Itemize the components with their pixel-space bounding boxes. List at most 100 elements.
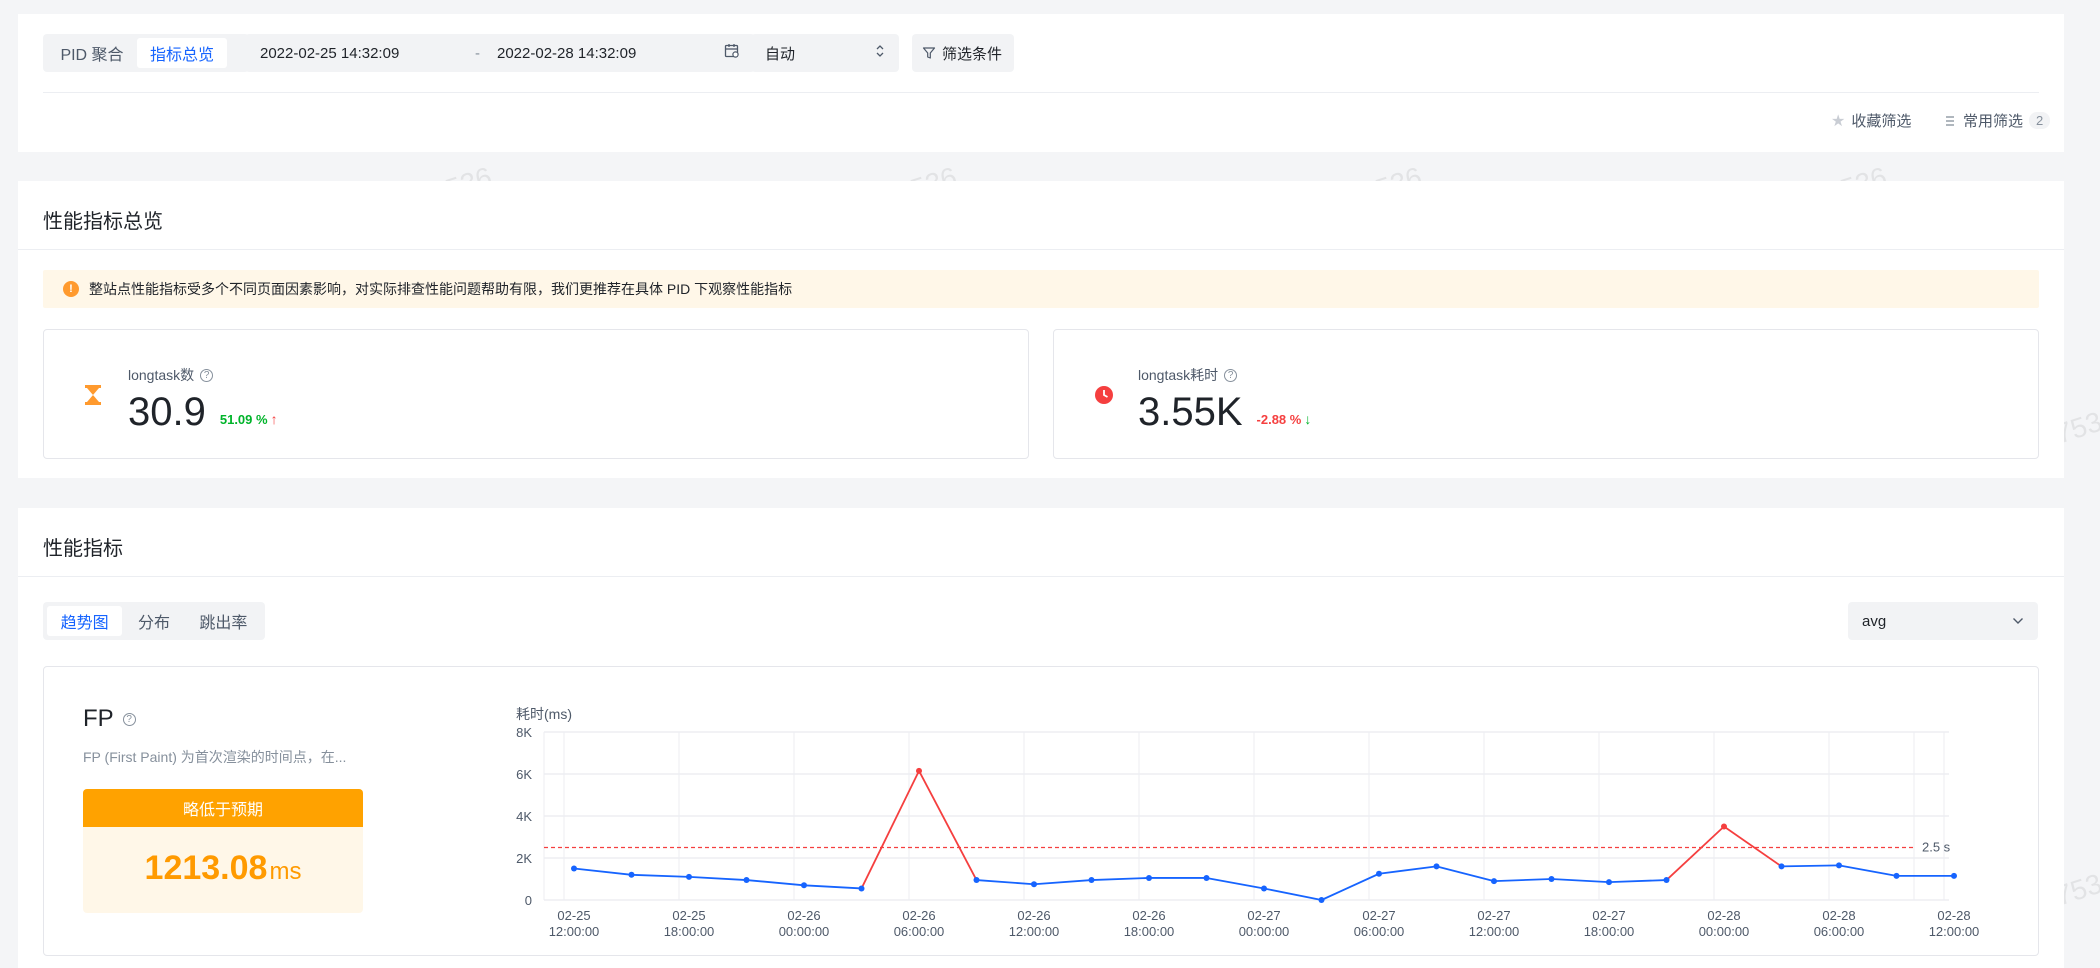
help-icon[interactable]: ? [122,712,136,726]
updown-icon [875,43,885,63]
metric-value-row: 3.55K -2.88 % ↓ [1138,390,1311,435]
tab-bounce-rate[interactable]: 跳出率 [186,606,261,636]
x-tick-label: 02-25 [672,908,705,923]
tab-distribution[interactable]: 分布 [122,606,185,636]
view-mode-tabs: PID 聚合 指标总览 [43,34,249,72]
data-point [1951,872,1957,879]
x-tick-label: 02-28 [1937,908,1970,923]
tab-pid-aggregate[interactable]: PID 聚合 [47,38,137,68]
data-point [801,882,807,889]
data-point [1031,881,1037,888]
favorite-filter-label: 收藏筛选 [1851,113,1912,130]
funnel-icon [922,46,936,60]
x-tick-label: 02-28 [1822,908,1855,923]
metric-value: 30.9 [128,390,206,434]
tab-trend[interactable]: 趋势图 [47,606,123,636]
granularity-value: 自动 [765,45,796,63]
performance-card: 性能指标 趋势图 分布 跳出率 avg FP ? FP (First Paint… [18,508,2064,968]
x-tick-label: 12:00:00 [549,924,600,939]
y-tick-label: 0 [525,893,532,908]
date-start[interactable]: 2022-02-25 14:32:09 [260,45,475,62]
x-tick-label: 00:00:00 [1239,924,1290,939]
help-icon[interactable]: ? [1224,368,1238,382]
series-segment [1436,865,1495,882]
granularity-select[interactable]: 自动 [751,34,899,72]
x-tick-label: 06:00:00 [1814,924,1865,939]
fp-value-row: 1213.08 ms [83,849,363,888]
data-point [1491,878,1497,885]
calendar-icon[interactable] [724,43,740,63]
arrow-up-icon: ↑ [270,411,278,427]
metric-card-longtask-duration: longtask耗时 ? 3.55K -2.88 % ↓ [1053,329,2039,459]
date-end[interactable]: 2022-02-28 14:32:09 [497,45,724,62]
series-segment [631,873,690,878]
data-point [858,885,865,892]
x-tick-label: 02-27 [1477,908,1510,923]
y-axis-label: 耗时(ms) [516,706,572,722]
favorite-filter-link[interactable]: ★ 收藏筛选 [1831,110,1911,131]
aggregation-select[interactable]: avg [1848,602,2038,640]
tab-metrics-overview[interactable]: 指标总览 [137,38,227,68]
series-segment [1665,825,1725,881]
x-tick-label: 06:00:00 [894,924,945,939]
x-tick-label: 02-26 [1017,908,1050,923]
metric-value-row: 30.9 51.09 % ↑ [128,390,278,435]
series-segment [1551,878,1610,884]
list-icon [1944,115,1956,127]
date-range-picker[interactable]: 2022-02-25 14:32:09 - 2022-02-28 14:32:0… [245,34,755,72]
overview-divider [18,249,2064,250]
data-point [916,767,922,774]
x-tick-label: 12:00:00 [1929,924,1980,939]
data-point [1606,879,1612,886]
performance-title: 性能指标 [43,538,123,560]
x-tick-label: 02-26 [787,908,820,923]
series-segment [1493,878,1552,882]
x-tick-label: 02-27 [1247,908,1280,923]
x-tick-label: 00:00:00 [1699,924,1750,939]
help-icon[interactable]: ? [200,368,214,382]
notice-banner: ! 整站点性能指标受多个不同页面因素影响，对实际排查性能问题帮助有限，我们更推荐… [43,270,2039,308]
data-point [1778,863,1785,870]
notice-text: 整站点性能指标受多个不同页面因素影响，对实际排查性能问题帮助有限，我们更推荐在具… [89,281,793,297]
data-point [1548,876,1555,882]
data-point [1433,863,1440,870]
series-segment [1263,887,1322,901]
data-point [1318,897,1325,903]
data-point [1721,823,1727,830]
x-tick-label: 02-28 [1707,908,1740,923]
x-tick-label: 18:00:00 [1124,924,1175,939]
series-segment [688,876,747,881]
fp-title-row: FP ? [83,705,136,733]
metric-change: 51.09 % [219,412,268,427]
filter-conditions-button[interactable]: 筛选条件 [912,34,1014,72]
series-segment [1206,877,1265,890]
data-point [1893,872,1900,879]
aggregation-value: avg [1862,612,1887,630]
series-segment [1723,825,1783,868]
hourglass-icon [84,384,102,406]
arrow-down-icon: ↓ [1304,411,1312,427]
metric-change: -2.88 % [1256,412,1302,427]
series-segment [1378,865,1437,875]
warning-icon: ! [63,281,79,297]
metric-value: 3.55K [1138,390,1243,434]
common-filter-link[interactable]: 常用筛选 2 [1944,110,2051,131]
metric-card-longtask-count: longtask数 ? 30.9 51.09 % ↑ [43,329,1029,459]
fp-score-card: 略低于预期 1213.08 ms [83,789,363,913]
y-tick-label: 8K [516,725,532,740]
x-tick-label: 00:00:00 [779,924,830,939]
common-filter-count-badge: 2 [2029,112,2051,129]
metric-label: longtask耗时 ? [1138,365,1238,385]
data-point [1088,877,1095,884]
series-segment [803,884,862,890]
y-tick-label: 2K [516,851,532,866]
x-tick-label: 18:00:00 [664,924,715,939]
overview-title: 性能指标总览 [43,211,163,233]
x-tick-label: 12:00:00 [1009,924,1060,939]
overview-card: 性能指标总览 ! 整站点性能指标受多个不同页面因素影响，对实际排查性能问题帮助有… [18,181,2064,478]
series-segment [1781,864,1840,868]
series-segment [1838,864,1897,877]
series-segment [746,879,805,887]
chevron-down-icon [2012,617,2024,625]
filter-conditions-label: 筛选条件 [942,45,1003,63]
